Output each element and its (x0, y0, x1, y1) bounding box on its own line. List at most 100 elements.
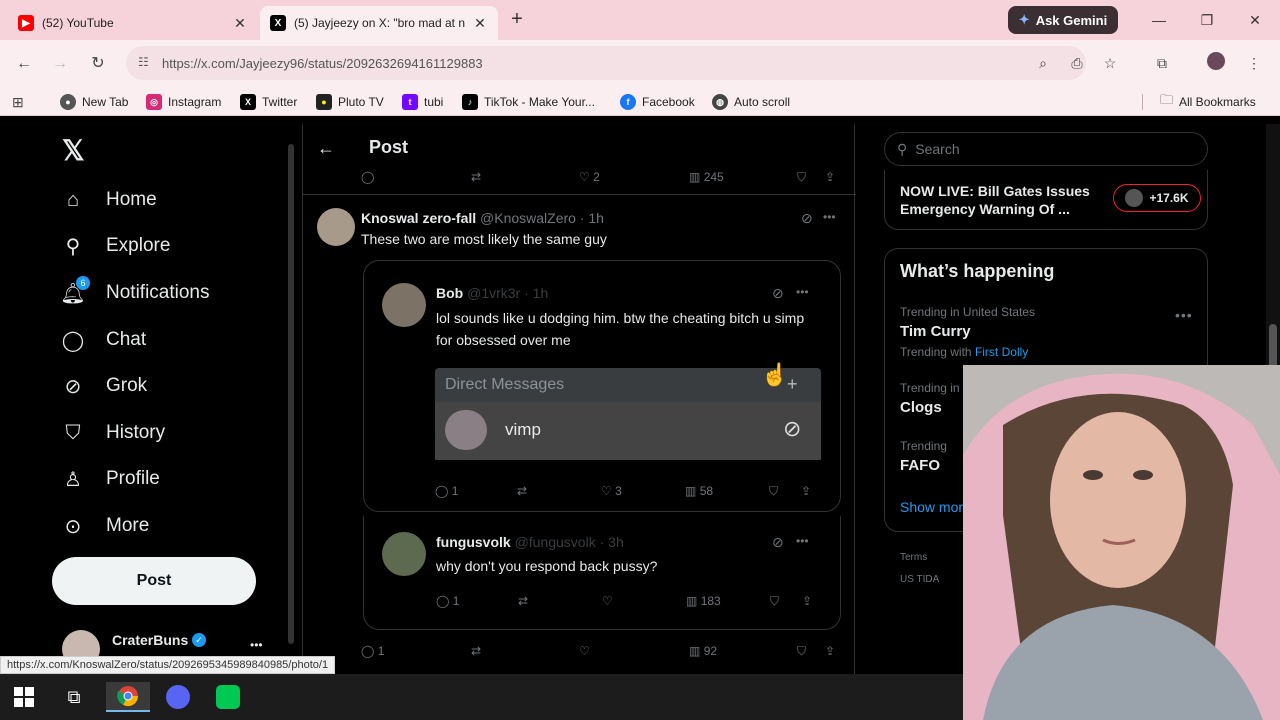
views-button[interactable]: ▥ 183 (686, 594, 721, 608)
nav-chat[interactable]: ◯ Chat (60, 320, 146, 360)
share-icon[interactable]: ⇪ (825, 644, 835, 658)
nav-explore[interactable]: ⚲ Explore (60, 226, 171, 266)
bookmark-tiktok[interactable]: ♪ TikTok - Make Your... (462, 93, 595, 111)
like-button[interactable]: ♡ 2 (579, 170, 600, 184)
repost-icon[interactable]: ⇄ (518, 594, 528, 608)
quoted-post[interactable]: fungusvolk @fungusvolk · 3h ⊘ ••• why do… (363, 516, 841, 630)
ask-gemini-button[interactable]: ✦ Ask Gemini (1008, 6, 1118, 34)
timestamp[interactable]: · 1h (524, 285, 548, 301)
bookmark-new-tab[interactable]: ● New Tab (60, 93, 128, 111)
bookmark-pluto-tv[interactable]: ● Pluto TV (316, 93, 384, 111)
bookmark-icon[interactable]: ⛉ (769, 484, 778, 499)
footer-link[interactable]: US TIDA (900, 574, 939, 585)
tab-x-post[interactable]: X (5) Jayjeezy on X: "bro mad at n ✕ (260, 6, 498, 40)
search-input[interactable]: ⚲ Search (884, 132, 1208, 166)
minimize-button[interactable]: — (1144, 8, 1174, 32)
account-more-icon[interactable]: ••• (250, 638, 263, 652)
footer-terms-link[interactable]: Terms (900, 552, 927, 563)
display-name[interactable]: Knoswal zero-fall (361, 210, 476, 226)
restore-button[interactable]: ❐ (1192, 8, 1222, 32)
bookmark-tubi[interactable]: t tubi (402, 93, 443, 111)
timestamp[interactable]: · 1h (580, 210, 604, 226)
nav-more[interactable]: ⊙ More (60, 506, 150, 546)
share-icon[interactable]: ⇪ (802, 594, 812, 608)
timestamp[interactable]: · 3h (600, 534, 624, 550)
install-icon[interactable]: ⎙ (1066, 52, 1088, 74)
repost-icon[interactable]: ⇄ (471, 170, 481, 184)
zoom-icon[interactable]: ⌕ (1032, 52, 1054, 74)
address-bar[interactable]: ☷ https://x.com/Jayjeezy96/status/209263… (126, 46, 1086, 80)
more-icon[interactable]: ••• (796, 285, 809, 299)
star-icon[interactable]: ☆ (1099, 52, 1121, 74)
display-name[interactable]: fungusvolk (436, 534, 511, 550)
more-icon[interactable]: ••• (796, 534, 809, 548)
heart-icon[interactable]: ♡ (579, 644, 590, 658)
views-button[interactable]: ▥ 92 (689, 644, 717, 658)
grok-icon[interactable]: ⊘ (801, 210, 813, 227)
reply-icon[interactable]: ◯ (361, 170, 374, 184)
trend-name[interactable]: Tim Curry (900, 323, 971, 340)
close-icon[interactable]: ✕ (472, 15, 488, 32)
nav-profile[interactable]: ♙ Profile (60, 459, 160, 499)
all-bookmarks[interactable]: 🗀 All Bookmarks (1160, 92, 1256, 111)
handle[interactable]: @KnoswalZero (480, 210, 576, 226)
chrome-taskbar-icon[interactable] (106, 682, 150, 712)
x-logo-icon[interactable]: 𝕏 (62, 134, 85, 167)
back-arrow-icon[interactable]: ← (317, 138, 335, 159)
bookmark-instagram[interactable]: ◎ Instagram (146, 93, 221, 111)
nav-history[interactable]: ⛉ History (60, 413, 166, 453)
reload-button[interactable]: ↻ (86, 52, 110, 76)
reply-button[interactable]: ◯ 1 (361, 644, 384, 658)
site-info-icon[interactable]: ☷ (138, 55, 154, 71)
bookmark-icon[interactable]: ⛉ (770, 594, 779, 609)
task-view-icon[interactable]: ⧉ (58, 682, 90, 712)
grok-icon[interactable]: ⊘ (772, 285, 784, 302)
discord-taskbar-icon[interactable] (162, 682, 194, 712)
more-icon[interactable]: ••• (1175, 307, 1193, 323)
avatar[interactable] (382, 532, 426, 576)
avatar[interactable] (317, 208, 355, 246)
bookmark-auto-scroll[interactable]: ◍ Auto scroll (712, 93, 790, 111)
views-button[interactable]: ▥ 245 (689, 170, 724, 184)
bookmark-icon[interactable]: ⛉ (797, 170, 806, 185)
apps-grid-icon[interactable]: ⊞ (12, 93, 24, 111)
menu-kebab-icon[interactable]: ⋮ (1243, 52, 1265, 74)
scrollbar[interactable] (288, 144, 294, 644)
avatar[interactable] (382, 283, 426, 327)
bookmark-facebook[interactable]: f Facebook (620, 93, 695, 111)
handle[interactable]: @1vrk3r (467, 285, 520, 301)
close-icon[interactable]: ✕ (232, 15, 248, 32)
windows-start-icon[interactable] (8, 682, 40, 712)
show-more-link[interactable]: Show more (900, 499, 971, 515)
heart-icon[interactable]: ♡ (602, 594, 613, 608)
live-banner[interactable]: NOW LIVE: Bill Gates Issues Emergency Wa… (884, 170, 1208, 230)
grok-icon[interactable]: ⊘ (772, 534, 784, 551)
bookmark-twitter[interactable]: X Twitter (240, 93, 297, 111)
forward-button[interactable]: → (48, 52, 72, 76)
extensions-icon[interactable]: ⧉ (1151, 52, 1173, 74)
trend-name[interactable]: Clogs (900, 399, 942, 416)
share-icon[interactable]: ⇪ (825, 170, 835, 184)
more-icon[interactable]: ••• (823, 210, 836, 224)
trend-name[interactable]: FAFO (900, 457, 940, 474)
new-tab-button[interactable]: + (506, 9, 528, 31)
profile-avatar-icon[interactable] (1205, 52, 1227, 74)
like-button[interactable]: ♡ 3 (601, 484, 622, 498)
close-window-button[interactable]: ✕ (1240, 8, 1270, 32)
obs-taskbar-icon[interactable] (212, 682, 244, 712)
repost-icon[interactable]: ⇄ (517, 484, 527, 498)
reply-button[interactable]: ◯ 1 (435, 484, 458, 498)
nav-grok[interactable]: ⊘ Grok (60, 366, 148, 406)
display-name[interactable]: Bob (436, 285, 463, 301)
back-button[interactable]: ← (12, 52, 36, 76)
share-icon[interactable]: ⇪ (801, 484, 811, 498)
tab-youtube[interactable]: ▶ (52) YouTube ✕ (8, 6, 258, 40)
handle[interactable]: @fungusvolk (515, 534, 596, 550)
bookmark-icon[interactable]: ⛉ (797, 644, 806, 659)
nav-home[interactable]: ⌂ Home (60, 180, 157, 220)
post-button[interactable]: Post (52, 557, 256, 605)
views-button[interactable]: ▥ 58 (685, 484, 713, 498)
trend-link[interactable]: First Dolly (975, 345, 1028, 359)
repost-icon[interactable]: ⇄ (471, 644, 481, 658)
reply-button[interactable]: ◯ 1 (436, 594, 459, 608)
